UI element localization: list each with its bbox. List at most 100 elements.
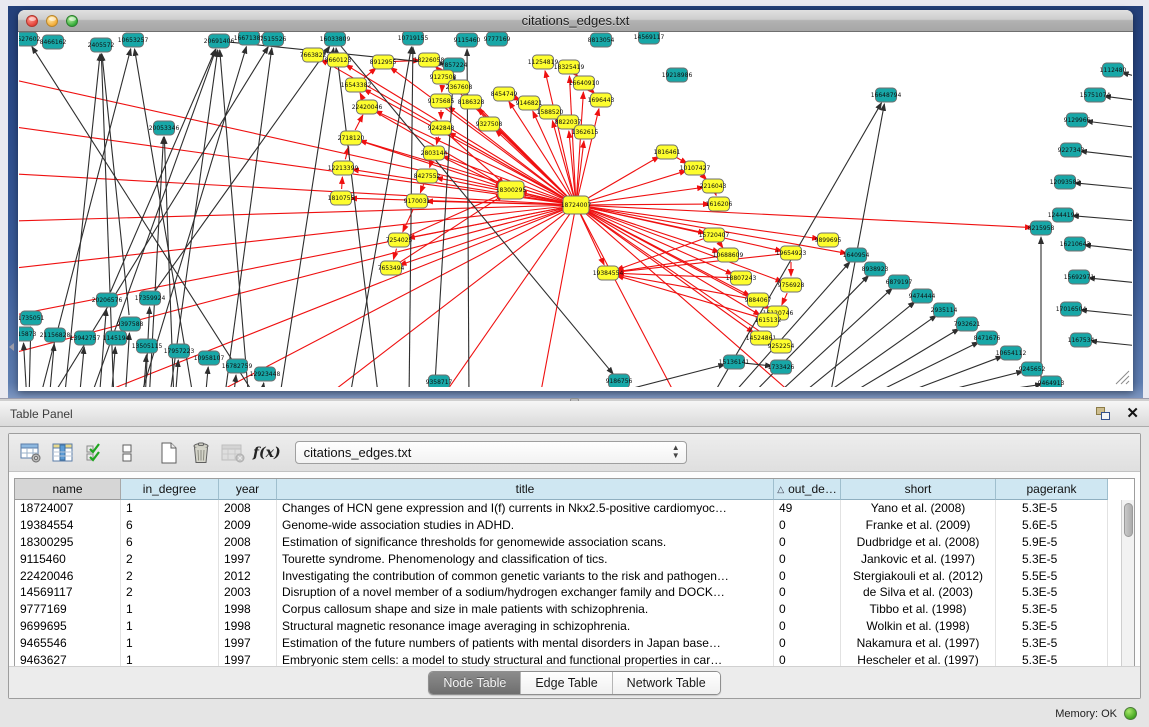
cell-pagerank[interactable]: 5.3E-5: [996, 601, 1108, 618]
graph-node[interactable]: 1167534: [1068, 333, 1095, 347]
citation-edge-red[interactable]: [539, 214, 574, 387]
cell-indegree[interactable]: 1: [121, 651, 219, 667]
cell-pagerank[interactable]: 5.3E-5: [996, 584, 1108, 601]
graph-node[interactable]: 9245652: [1019, 362, 1046, 376]
graph-node[interactable]: 10654112: [996, 346, 1027, 360]
table-row[interactable]: 1938455462009Genome-wide association stu…: [15, 517, 1134, 534]
graph-node[interactable]: 7932621: [954, 317, 981, 331]
cell-name[interactable]: 18724007: [15, 500, 121, 517]
graph-node[interactable]: 1640954: [843, 248, 870, 262]
show-columns-button[interactable]: [49, 439, 77, 467]
cell-short[interactable]: Franke et al. (2009): [841, 517, 996, 534]
graph-node[interactable]: 9327508: [476, 117, 503, 131]
graph-node[interactable]: 10958107: [194, 351, 225, 365]
graph-node[interactable]: 1527602: [19, 32, 41, 46]
citation-edge-black[interactable]: [921, 384, 1042, 387]
graph-node[interactable]: 9115460: [454, 33, 481, 47]
graph-node[interactable]: 18300295: [496, 181, 527, 199]
cell-title[interactable]: Disruption of a novel member of a sodium…: [277, 584, 774, 601]
table-row[interactable]: 911546021997Tourette syndrome. Phenomeno…: [15, 550, 1134, 567]
clear-rows-button[interactable]: [113, 439, 141, 467]
cell-outde[interactable]: 0: [774, 651, 841, 667]
cell-title[interactable]: Tourette syndrome. Phenomenology and cla…: [277, 550, 774, 567]
citation-edge-red[interactable]: [342, 177, 343, 189]
graph-node[interactable]: 1362615: [572, 125, 599, 139]
cell-indegree[interactable]: 1: [121, 500, 219, 517]
column-header-name[interactable]: name: [15, 479, 121, 500]
table-row[interactable]: 946554611997Estimation of the future num…: [15, 634, 1134, 651]
graph-node[interactable]: 9358717: [426, 375, 453, 387]
float-panel-icon[interactable]: [1096, 407, 1112, 421]
citation-edge-red[interactable]: [719, 242, 723, 247]
collapse-arrow-icon[interactable]: [9, 343, 14, 351]
citation-edge-red[interactable]: [360, 93, 363, 99]
cell-pagerank[interactable]: 5.9E-5: [996, 534, 1108, 551]
graph-node[interactable]: 1145194: [103, 331, 130, 345]
graph-node[interactable]: 2803144: [421, 146, 448, 160]
graph-node[interactable]: 20691406: [204, 34, 235, 48]
cell-title[interactable]: Estimation of significance thresholds fo…: [277, 534, 774, 551]
cell-name[interactable]: 14569117: [15, 584, 121, 601]
graph-node[interactable]: 2367608: [446, 80, 473, 94]
graph-node[interactable]: 9242848: [428, 121, 455, 135]
graph-node[interactable]: 1616206: [706, 197, 733, 211]
graph-node[interactable]: 18724007: [561, 196, 592, 214]
cell-name[interactable]: 22420046: [15, 567, 121, 584]
table-row[interactable]: 946362711997Embryonic stem cells: a mode…: [15, 651, 1134, 667]
graph-node[interactable]: 1810755: [328, 191, 355, 205]
citation-edge-red[interactable]: [782, 293, 787, 305]
cell-outde[interactable]: 0: [774, 601, 841, 618]
new-document-button[interactable]: [155, 439, 183, 467]
citation-edge-red[interactable]: [585, 205, 1032, 227]
table-row[interactable]: 1830029562008Estimation of significance …: [15, 534, 1134, 551]
cell-outde[interactable]: 0: [774, 567, 841, 584]
cell-name[interactable]: 18300295: [15, 534, 121, 551]
citation-edge-red[interactable]: [199, 209, 568, 387]
graph-node[interactable]: 9756928: [778, 278, 805, 292]
graph-node[interactable]: 9474444: [909, 289, 936, 303]
citation-edge-red[interactable]: [585, 204, 710, 205]
column-header-title[interactable]: title: [277, 479, 774, 500]
cell-name[interactable]: 9777169: [15, 601, 121, 618]
graph-node[interactable]: 6879197: [886, 275, 913, 289]
graph-node[interactable]: 8912955: [370, 55, 397, 69]
cell-short[interactable]: Stergiakouli et al. (2012): [841, 567, 996, 584]
cell-year[interactable]: 1997: [219, 651, 277, 667]
cell-title[interactable]: Embryonic stem cells: a model to study s…: [277, 651, 774, 667]
graph-node[interactable]: 7663822: [300, 48, 327, 62]
graph-node[interactable]: 12444194: [1048, 208, 1079, 222]
cell-name[interactable]: 9699695: [15, 618, 121, 635]
cell-year[interactable]: 1997: [219, 634, 277, 651]
cell-title[interactable]: Estimation of the future numbers of pati…: [277, 634, 774, 651]
graph-node[interactable]: 8813054: [588, 33, 615, 47]
network-canvas[interactable]: 1527602846616224055721065325720691406166…: [19, 32, 1132, 387]
citation-edge-red[interactable]: [400, 208, 568, 265]
graph-node[interactable]: 8471676: [974, 331, 1001, 345]
memory-status-icon[interactable]: [1124, 707, 1137, 720]
citation-edge-red[interactable]: [584, 157, 659, 201]
citation-edge-black[interactable]: [1074, 183, 1132, 190]
tab-network-table[interactable]: Network Table: [613, 672, 720, 694]
graph-node[interactable]: 15692971: [1064, 270, 1095, 284]
cell-indegree[interactable]: 1: [121, 618, 219, 635]
cell-outde[interactable]: 0: [774, 618, 841, 635]
graph-node[interactable]: 7254025: [386, 233, 413, 247]
close-panel-icon[interactable]: ✕: [1126, 407, 1139, 421]
cell-pagerank[interactable]: 5.3E-5: [996, 500, 1108, 517]
citation-edge-red[interactable]: [580, 213, 679, 387]
graph-node[interactable]: 1696443: [588, 93, 615, 107]
graph-node[interactable]: 9129966: [1064, 113, 1091, 127]
graph-node[interactable]: 17016504: [1056, 302, 1087, 316]
citation-edge-black[interactable]: [111, 49, 216, 291]
cell-year[interactable]: 1997: [219, 550, 277, 567]
cell-short[interactable]: Tibbo et al. (1998): [841, 601, 996, 618]
citation-edge-red[interactable]: [580, 213, 604, 265]
citation-edge-black[interactable]: [155, 46, 330, 290]
citation-edge-red[interactable]: [420, 184, 423, 192]
graph-node[interactable]: 9175685: [428, 94, 455, 108]
table-row[interactable]: 969969511998Structural magnetic resonanc…: [15, 618, 1134, 635]
cell-title[interactable]: Genome-wide association studies in ADHD.: [277, 517, 774, 534]
cell-indegree[interactable]: 6: [121, 517, 219, 534]
graph-node[interactable]: 9884067: [745, 293, 772, 307]
graph-node[interactable]: 16782759: [222, 359, 253, 373]
